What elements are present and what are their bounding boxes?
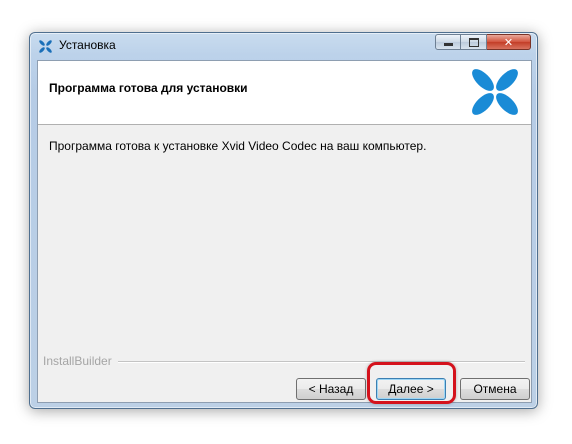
installbuilder-brand: InstallBuilder (43, 354, 112, 368)
close-icon: ✕ (503, 35, 514, 49)
next-button-highlight (367, 362, 456, 404)
window-title: Установка (59, 38, 116, 52)
xvid-logo-icon (469, 66, 521, 118)
xvid-app-icon (38, 39, 53, 54)
maximize-icon (468, 37, 479, 47)
footer-separator (118, 361, 525, 363)
minimize-button[interactable] (435, 34, 461, 50)
ready-message: Программа готова к установке Xvid Video … (49, 139, 427, 153)
title-bar[interactable]: Установка ✕ (30, 33, 537, 59)
minimize-icon (443, 43, 453, 46)
maximize-button[interactable] (461, 34, 487, 50)
page-header: Программа готова для установки (38, 61, 531, 125)
page-title: Программа готова для установки (49, 81, 248, 95)
close-button[interactable]: ✕ (487, 34, 531, 50)
cancel-button[interactable]: Отмена (460, 378, 530, 400)
installer-client-area: Программа готова для установки Программа… (37, 60, 532, 403)
caption-buttons: ✕ (435, 34, 531, 52)
installer-window: Установка ✕ Программа готова для установ… (29, 32, 538, 409)
back-button[interactable]: < Назад (296, 378, 366, 400)
